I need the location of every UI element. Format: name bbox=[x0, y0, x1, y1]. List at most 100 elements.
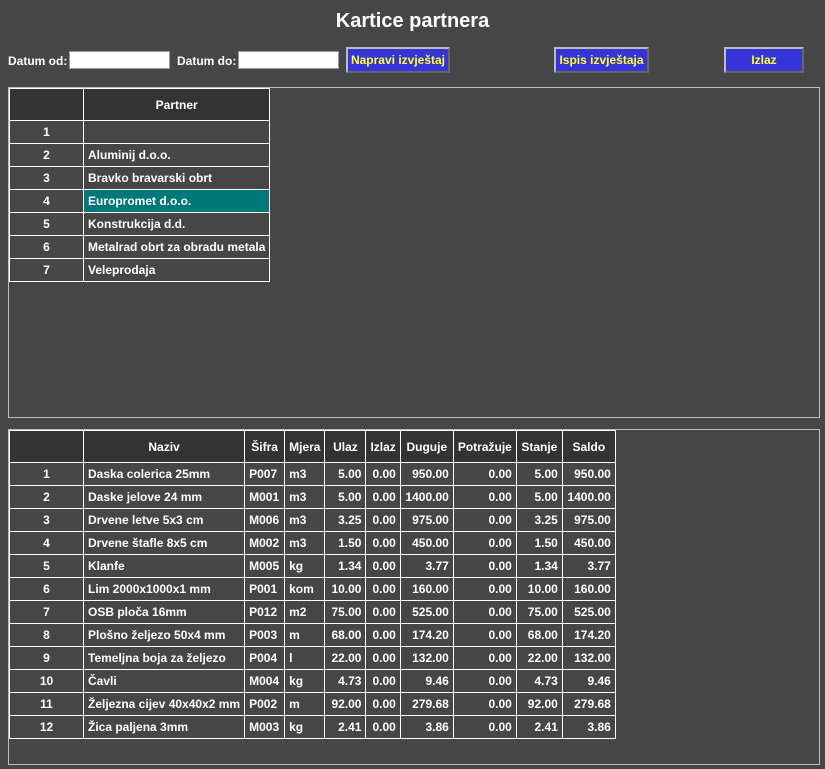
items-header-saldo[interactable]: Saldo bbox=[561, 430, 616, 463]
item-cell-code[interactable]: M001 bbox=[244, 485, 286, 509]
partner-row[interactable]: 1 bbox=[9, 120, 271, 144]
item-cell-row-number[interactable]: 7 bbox=[9, 600, 84, 624]
items-header-mjera[interactable]: Mjera bbox=[284, 430, 326, 463]
item-cell-unit[interactable]: m3 bbox=[284, 508, 326, 532]
item-cell-out[interactable]: 0.00 bbox=[365, 669, 401, 693]
item-cell-unit[interactable]: kom bbox=[284, 577, 326, 601]
item-cell-balance-qty[interactable]: 22.00 bbox=[515, 646, 563, 670]
partner-name-cell[interactable]: Aluminij d.o.o. bbox=[82, 143, 271, 167]
item-cell-out[interactable]: 0.00 bbox=[365, 715, 401, 739]
item-cell-balance[interactable]: 3.77 bbox=[561, 554, 616, 578]
exit-button[interactable]: Izlaz bbox=[724, 47, 804, 73]
item-cell-debit[interactable]: 132.00 bbox=[399, 646, 454, 670]
partner-name-cell[interactable]: Europromet d.o.o. bbox=[82, 189, 271, 213]
item-cell-code[interactable]: P001 bbox=[244, 577, 286, 601]
item-cell-balance[interactable]: 160.00 bbox=[561, 577, 616, 601]
item-cell-balance-qty[interactable]: 68.00 bbox=[515, 623, 563, 647]
item-cell-balance[interactable]: 450.00 bbox=[561, 531, 616, 555]
items-header-izlaz[interactable]: Izlaz bbox=[365, 430, 401, 463]
partner-row-number[interactable]: 5 bbox=[9, 212, 84, 236]
item-cell-debit[interactable]: 1400.00 bbox=[399, 485, 454, 509]
item-cell-out[interactable]: 0.00 bbox=[365, 577, 401, 601]
item-cell-debit[interactable]: 950.00 bbox=[399, 462, 454, 486]
item-cell-name[interactable]: Drvene letve 5x3 cm bbox=[82, 508, 246, 532]
item-cell-code[interactable]: P002 bbox=[244, 692, 286, 716]
item-row[interactable]: 7 OSB ploča 16mm P012 m2 75.00 0.00 525.00 0.00… bbox=[9, 600, 616, 624]
partner-row-number[interactable]: 3 bbox=[9, 166, 84, 190]
item-cell-credit[interactable]: 0.00 bbox=[452, 669, 517, 693]
item-cell-in[interactable]: 4.73 bbox=[324, 669, 367, 693]
item-cell-unit[interactable]: l bbox=[284, 646, 326, 670]
item-cell-out[interactable]: 0.00 bbox=[365, 531, 401, 555]
item-row[interactable]: 9 Temeljna boja za željezo P004 l 22.00 0.00 1… bbox=[9, 646, 616, 670]
item-cell-balance-qty[interactable]: 5.00 bbox=[515, 462, 563, 486]
item-cell-credit[interactable]: 0.00 bbox=[452, 692, 517, 716]
item-cell-out[interactable]: 0.00 bbox=[365, 462, 401, 486]
partner-row[interactable]: 2 Aluminij d.o.o. bbox=[9, 143, 271, 167]
item-cell-debit[interactable]: 3.77 bbox=[399, 554, 454, 578]
item-cell-debit[interactable]: 9.46 bbox=[399, 669, 454, 693]
item-cell-code[interactable]: P007 bbox=[244, 462, 286, 486]
item-cell-name[interactable]: Plošno željezo 50x4 mm bbox=[82, 623, 246, 647]
item-cell-unit[interactable]: kg bbox=[284, 715, 326, 739]
item-cell-credit[interactable]: 0.00 bbox=[452, 577, 517, 601]
item-cell-balance[interactable]: 3.86 bbox=[561, 715, 616, 739]
date-from-input[interactable] bbox=[69, 51, 170, 69]
item-cell-balance[interactable]: 950.00 bbox=[561, 462, 616, 486]
partner-name-cell[interactable]: Veleprodaja bbox=[82, 258, 271, 282]
item-cell-name[interactable]: Daska colerica 25mm bbox=[82, 462, 246, 486]
item-cell-row-number[interactable]: 10 bbox=[9, 669, 84, 693]
item-cell-credit[interactable]: 0.00 bbox=[452, 600, 517, 624]
item-cell-credit[interactable]: 0.00 bbox=[452, 508, 517, 532]
partner-name-cell[interactable] bbox=[82, 120, 271, 144]
partner-row[interactable]: 3 Bravko bravarski obrt bbox=[9, 166, 271, 190]
items-header-potrazuje[interactable]: Potražuje bbox=[452, 430, 517, 463]
item-row[interactable]: 11 Željezna cijev 40x40x2 mm P002 m 92.00 0.0… bbox=[9, 692, 616, 716]
item-cell-balance-qty[interactable]: 5.00 bbox=[515, 485, 563, 509]
item-cell-out[interactable]: 0.00 bbox=[365, 646, 401, 670]
item-cell-row-number[interactable]: 4 bbox=[9, 531, 84, 555]
item-row[interactable]: 10 Čavli M004 kg 4.73 0.00 9.46 0.00 4.73 9.46 bbox=[9, 669, 616, 693]
item-row[interactable]: 2 Daske jelove 24 mm M001 m3 5.00 0.00 1400.00… bbox=[9, 485, 616, 509]
item-cell-name[interactable]: Žica paljena 3mm bbox=[82, 715, 246, 739]
make-report-button[interactable]: Napravi izvještaj bbox=[346, 47, 450, 73]
item-cell-code[interactable]: M003 bbox=[244, 715, 286, 739]
items-header-naziv[interactable]: Naziv bbox=[82, 430, 246, 463]
item-cell-debit[interactable]: 525.00 bbox=[399, 600, 454, 624]
item-cell-debit[interactable]: 160.00 bbox=[399, 577, 454, 601]
item-cell-in[interactable]: 22.00 bbox=[324, 646, 367, 670]
item-cell-row-number[interactable]: 2 bbox=[9, 485, 84, 509]
item-cell-in[interactable]: 3.25 bbox=[324, 508, 367, 532]
partner-row[interactable]: 4 Europromet d.o.o. bbox=[9, 189, 271, 213]
partner-row-number[interactable]: 7 bbox=[9, 258, 84, 282]
date-to-input[interactable] bbox=[238, 51, 339, 69]
item-cell-in[interactable]: 2.41 bbox=[324, 715, 367, 739]
item-cell-unit[interactable]: kg bbox=[284, 554, 326, 578]
item-cell-credit[interactable]: 0.00 bbox=[452, 715, 517, 739]
item-cell-balance-qty[interactable]: 1.34 bbox=[515, 554, 563, 578]
item-row[interactable]: 3 Drvene letve 5x3 cm M006 m3 3.25 0.00 975.00… bbox=[9, 508, 616, 532]
item-cell-out[interactable]: 0.00 bbox=[365, 623, 401, 647]
item-cell-balance-qty[interactable]: 92.00 bbox=[515, 692, 563, 716]
item-cell-in[interactable]: 68.00 bbox=[324, 623, 367, 647]
item-cell-out[interactable]: 0.00 bbox=[365, 692, 401, 716]
item-cell-row-number[interactable]: 5 bbox=[9, 554, 84, 578]
item-cell-unit[interactable]: kg bbox=[284, 669, 326, 693]
partner-row[interactable]: 6 Metalrad obrt za obradu metala bbox=[9, 235, 271, 259]
item-cell-debit[interactable]: 3.86 bbox=[399, 715, 454, 739]
item-cell-in[interactable]: 75.00 bbox=[324, 600, 367, 624]
item-cell-name[interactable]: Čavli bbox=[82, 669, 246, 693]
item-cell-row-number[interactable]: 6 bbox=[9, 577, 84, 601]
items-header-ulaz[interactable]: Ulaz bbox=[324, 430, 367, 463]
item-row[interactable]: 1 Daska colerica 25mm P007 m3 5.00 0.00 950.00… bbox=[9, 462, 616, 486]
item-cell-debit[interactable]: 975.00 bbox=[399, 508, 454, 532]
item-cell-name[interactable]: Željezna cijev 40x40x2 mm bbox=[82, 692, 246, 716]
items-header-duguje[interactable]: Duguje bbox=[399, 430, 454, 463]
item-cell-name[interactable]: Temeljna boja za željezo bbox=[82, 646, 246, 670]
item-cell-row-number[interactable]: 1 bbox=[9, 462, 84, 486]
item-cell-credit[interactable]: 0.00 bbox=[452, 462, 517, 486]
items-header-stanje[interactable]: Stanje bbox=[515, 430, 563, 463]
item-cell-balance[interactable]: 525.00 bbox=[561, 600, 616, 624]
item-cell-code[interactable]: M004 bbox=[244, 669, 286, 693]
item-cell-in[interactable]: 5.00 bbox=[324, 462, 367, 486]
